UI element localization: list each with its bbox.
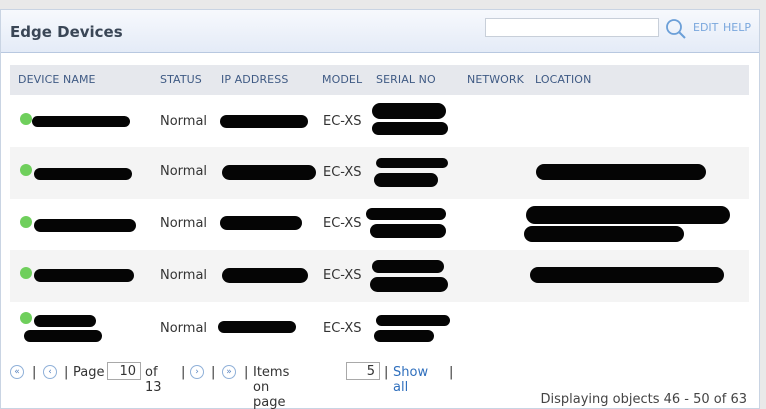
status-cell: Normal xyxy=(160,114,208,129)
column-header-ip-address[interactable]: IP ADDRESS xyxy=(221,73,288,86)
redacted-serial-no xyxy=(366,208,446,220)
redacted-ip-address xyxy=(220,115,308,128)
separator: | xyxy=(244,365,249,380)
table-row[interactable]: Normal EC-XS xyxy=(10,302,749,354)
status-indicator-icon xyxy=(20,164,32,176)
first-page-icon[interactable]: « xyxy=(10,365,24,379)
search-input[interactable] xyxy=(485,18,659,37)
table-row[interactable]: Normal EC-XS xyxy=(10,199,749,251)
status-indicator-icon xyxy=(20,216,32,228)
redacted-location xyxy=(526,206,730,224)
edge-devices-panel: Edge Devices EDIT HELP DEVICE NAME STATU… xyxy=(0,9,760,409)
edit-link[interactable]: EDIT xyxy=(693,21,718,34)
help-link[interactable]: HELP xyxy=(723,21,751,34)
status-cell: Normal xyxy=(160,216,208,231)
previous-page-icon[interactable]: ‹ xyxy=(43,365,57,379)
items-on-page-label: Items on page xyxy=(253,365,290,409)
model-cell: EC-XS xyxy=(323,321,362,336)
separator: | xyxy=(181,365,186,380)
redacted-serial-no xyxy=(372,122,448,135)
panel-header: Edge Devices EDIT HELP xyxy=(1,10,759,53)
redacted-device-name xyxy=(34,219,136,232)
table-header: DEVICE NAME STATUS IP ADDRESS MODEL SERI… xyxy=(10,65,749,95)
displaying-objects-status: Displaying objects 46 - 50 of 63 xyxy=(540,392,748,407)
column-header-network[interactable]: NETWORK xyxy=(467,73,524,86)
status-cell: Normal xyxy=(160,164,208,179)
column-header-serial-no[interactable]: SERIAL NO xyxy=(376,73,436,86)
next-page-icon[interactable]: › xyxy=(190,365,204,379)
status-cell: Normal xyxy=(160,321,208,336)
redacted-location xyxy=(524,226,684,242)
page-count-label: of 13 xyxy=(145,365,162,395)
table-row[interactable]: Normal EC-XS xyxy=(10,95,749,147)
model-cell: EC-XS xyxy=(323,216,362,231)
separator: | xyxy=(384,365,389,380)
redacted-ip-address xyxy=(218,321,296,333)
separator: | xyxy=(64,365,69,380)
column-header-model[interactable]: MODEL xyxy=(322,73,362,86)
status-indicator-icon xyxy=(20,113,32,125)
redacted-ip-address xyxy=(220,216,302,230)
status-cell: Normal xyxy=(160,268,208,283)
table-row[interactable]: Normal EC-XS xyxy=(10,147,749,199)
column-header-location[interactable]: LOCATION xyxy=(535,73,591,86)
redacted-serial-no xyxy=(370,224,446,238)
redacted-device-name xyxy=(24,330,102,342)
page-number-input[interactable] xyxy=(107,362,141,380)
status-indicator-icon xyxy=(20,267,32,279)
redacted-device-name xyxy=(34,269,134,282)
page-title: Edge Devices xyxy=(10,23,123,41)
redacted-location xyxy=(536,164,706,180)
separator: | xyxy=(211,365,216,380)
redacted-serial-no xyxy=(372,103,446,119)
column-header-device-name[interactable]: DEVICE NAME xyxy=(18,73,96,86)
show-all-link[interactable]: Show all xyxy=(393,365,428,395)
items-per-page-input[interactable] xyxy=(346,362,380,380)
redacted-serial-no xyxy=(370,277,448,292)
redacted-ip-address xyxy=(222,268,308,283)
page-label: Page xyxy=(73,365,105,380)
model-cell: EC-XS xyxy=(323,114,362,129)
separator: | xyxy=(449,365,454,380)
redacted-serial-no xyxy=(374,173,438,187)
model-cell: EC-XS xyxy=(323,165,362,180)
redacted-device-name xyxy=(34,168,132,180)
search-icon[interactable] xyxy=(665,18,687,40)
last-page-icon[interactable]: » xyxy=(222,365,236,379)
table-row[interactable]: Normal EC-XS xyxy=(10,250,749,302)
redacted-device-name xyxy=(34,315,96,327)
redacted-serial-no xyxy=(376,315,450,326)
status-indicator-icon xyxy=(20,312,32,324)
redacted-ip-address xyxy=(222,165,316,180)
redacted-serial-no xyxy=(372,260,444,273)
redacted-device-name xyxy=(32,116,130,127)
model-cell: EC-XS xyxy=(323,268,362,283)
redacted-serial-no xyxy=(376,158,448,168)
column-header-status[interactable]: STATUS xyxy=(160,73,202,86)
redacted-serial-no xyxy=(374,330,434,342)
separator: | xyxy=(32,365,37,380)
redacted-location xyxy=(530,267,724,283)
